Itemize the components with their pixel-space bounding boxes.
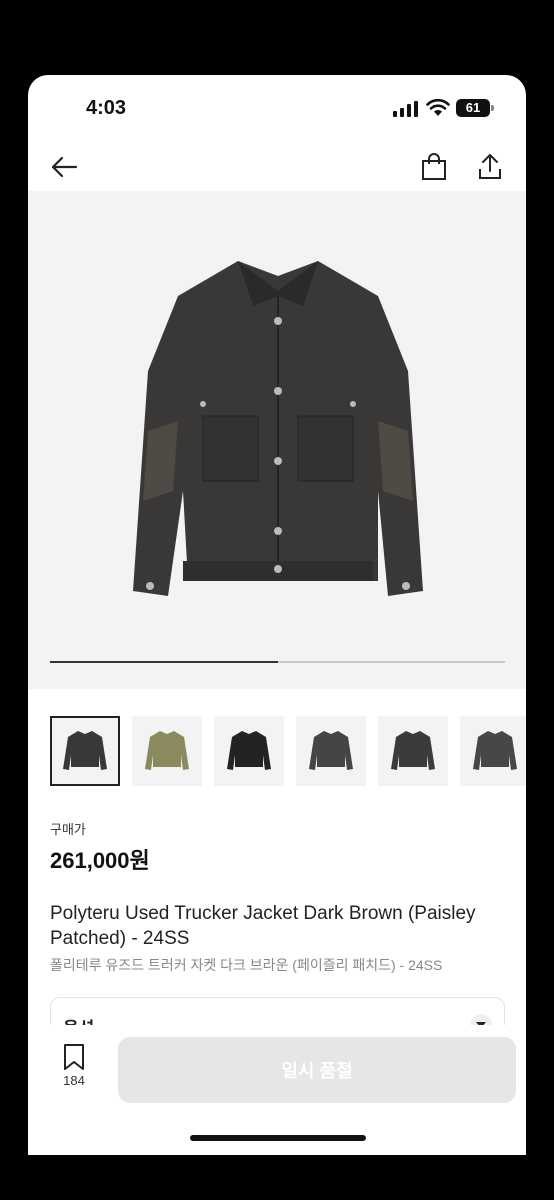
bookmark-icon [64, 1044, 84, 1070]
thumbnail-5[interactable] [378, 716, 448, 786]
carousel-progress [50, 661, 505, 663]
product-image [133, 261, 423, 596]
thumbnail-image [63, 731, 107, 770]
status-time: 4:03 [86, 97, 127, 119]
price: 261,000원 [50, 848, 150, 873]
status-bar: 4:03 61 [28, 75, 526, 143]
thumbnail-image [473, 731, 517, 770]
thumbnail-1[interactable] [50, 716, 120, 786]
wishlist-button[interactable]: 184 [48, 1043, 100, 1099]
wifi-icon [426, 99, 450, 116]
product-image-carousel[interactable] [28, 191, 526, 689]
top-nav [28, 143, 526, 191]
shopping-bag-icon[interactable] [418, 151, 450, 183]
price-label: 구매가 [50, 822, 86, 837]
thumbnail-2[interactable] [132, 716, 202, 786]
thumbnail-3[interactable] [214, 716, 284, 786]
thumbnail-6[interactable] [460, 716, 526, 786]
thumbnail-image [391, 731, 435, 770]
arrow-left-icon[interactable] [48, 151, 80, 183]
share-icon[interactable] [474, 151, 506, 183]
battery-icon: 61 [456, 99, 494, 117]
thumbnail-image [309, 731, 353, 770]
carousel-progress-fill [50, 661, 278, 663]
sold-out-button[interactable]: 일시 품절 [118, 1037, 516, 1103]
wishlist-count: 184 [63, 1073, 85, 1088]
thumbnail-image [227, 731, 271, 770]
thumbnail-4[interactable] [296, 716, 366, 786]
home-indicator [190, 1135, 366, 1141]
phone-screen: 4:03 61 구매가 261,000원 Polyteru Used Truck… [28, 75, 526, 1155]
product-subtitle: 폴리테루 유즈드 트러커 자켓 다크 브라운 (페이즐리 패치드) - 24SS [50, 957, 443, 973]
product-title: Polyteru Used Trucker Jacket Dark Brown … [50, 903, 476, 949]
thumbnail-strip [50, 716, 526, 788]
signal-icon [393, 101, 418, 117]
thumbnail-image [145, 731, 189, 770]
bottom-action-bar: 184 일시 품절 [28, 1025, 526, 1155]
